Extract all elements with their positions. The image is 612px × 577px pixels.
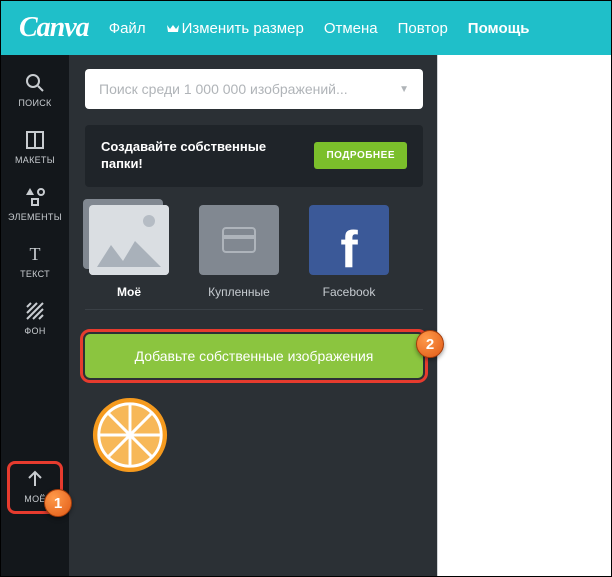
upload-button[interactable]: Добавьте собственные изображения [85,334,423,378]
tab-purchased[interactable]: Купленные [199,205,279,299]
promo-more-button[interactable]: ПОДРОБНЕЕ [314,142,407,169]
promo-banner: Создавайте собственные папки! ПОДРОБНЕЕ [85,125,423,187]
uploads-tabs: Моё Купленные f Facebook [85,205,423,310]
tab-my-label: Моё [117,285,141,299]
card-icon [199,205,279,275]
search-input[interactable]: Поиск среди 1 000 000 изображений... ▼ [85,69,423,109]
annotation-badge-1: 1 [44,489,72,517]
menu-undo[interactable]: Отмена [324,20,378,37]
promo-text: Создавайте собственные папки! [101,139,271,173]
menu-resize[interactable]: Изменить размер [166,20,304,37]
rail-background[interactable]: ФОН [1,291,69,348]
rail-text-label: ТЕКСТ [20,269,50,279]
facebook-icon: f [309,205,389,275]
search-placeholder: Поиск среди 1 000 000 изображений... [99,81,348,97]
text-icon: T [25,244,45,264]
upload-icon [25,469,45,489]
topbar: Canva Файл Изменить размер Отмена Повтор… [1,1,611,55]
rail-text[interactable]: T ТЕКСТ [1,234,69,291]
side-panel: Поиск среди 1 000 000 изображений... ▼ С… [69,55,437,576]
rail-background-label: ФОН [24,326,45,336]
tab-fb-label: Facebook [323,285,376,299]
svg-text:T: T [30,244,41,264]
app-window: Canva Файл Изменить размер Отмена Повтор… [0,0,612,577]
main-area: ПОИСК МАКЕТЫ ЭЛЕМЕНТЫ T ТЕКСТ ФОН МОЁ [1,55,611,576]
tab-bought-label: Купленные [208,285,270,299]
orange-slice-image[interactable] [91,396,169,474]
design-canvas[interactable] [437,55,611,576]
elements-icon [24,187,46,207]
background-icon [25,301,45,321]
tab-my-uploads[interactable]: Моё [89,205,169,299]
rail-layouts-label: МАКЕТЫ [15,155,55,165]
image-placeholder-icon [89,205,169,275]
upload-highlight: Добавьте собственные изображения [85,334,423,378]
menu-help[interactable]: Помощь [468,20,530,37]
menu-redo[interactable]: Повтор [398,20,448,37]
logo[interactable]: Canva [19,12,89,44]
crown-icon [166,20,180,37]
rail-search-label: ПОИСК [18,98,51,108]
rail-uploads-label: МОЁ [24,494,45,504]
search-icon [25,73,45,93]
menu-resize-label: Изменить размер [182,20,304,37]
layouts-icon [25,130,45,150]
rail-layouts[interactable]: МАКЕТЫ [1,120,69,177]
rail-elements[interactable]: ЭЛЕМЕНТЫ [1,177,69,234]
rail-search[interactable]: ПОИСК [1,63,69,120]
annotation-badge-2: 2 [416,330,444,358]
tab-facebook[interactable]: f Facebook [309,205,389,299]
menu-file[interactable]: Файл [109,20,146,37]
chevron-down-icon: ▼ [399,84,409,95]
rail-elements-label: ЭЛЕМЕНТЫ [8,212,62,222]
